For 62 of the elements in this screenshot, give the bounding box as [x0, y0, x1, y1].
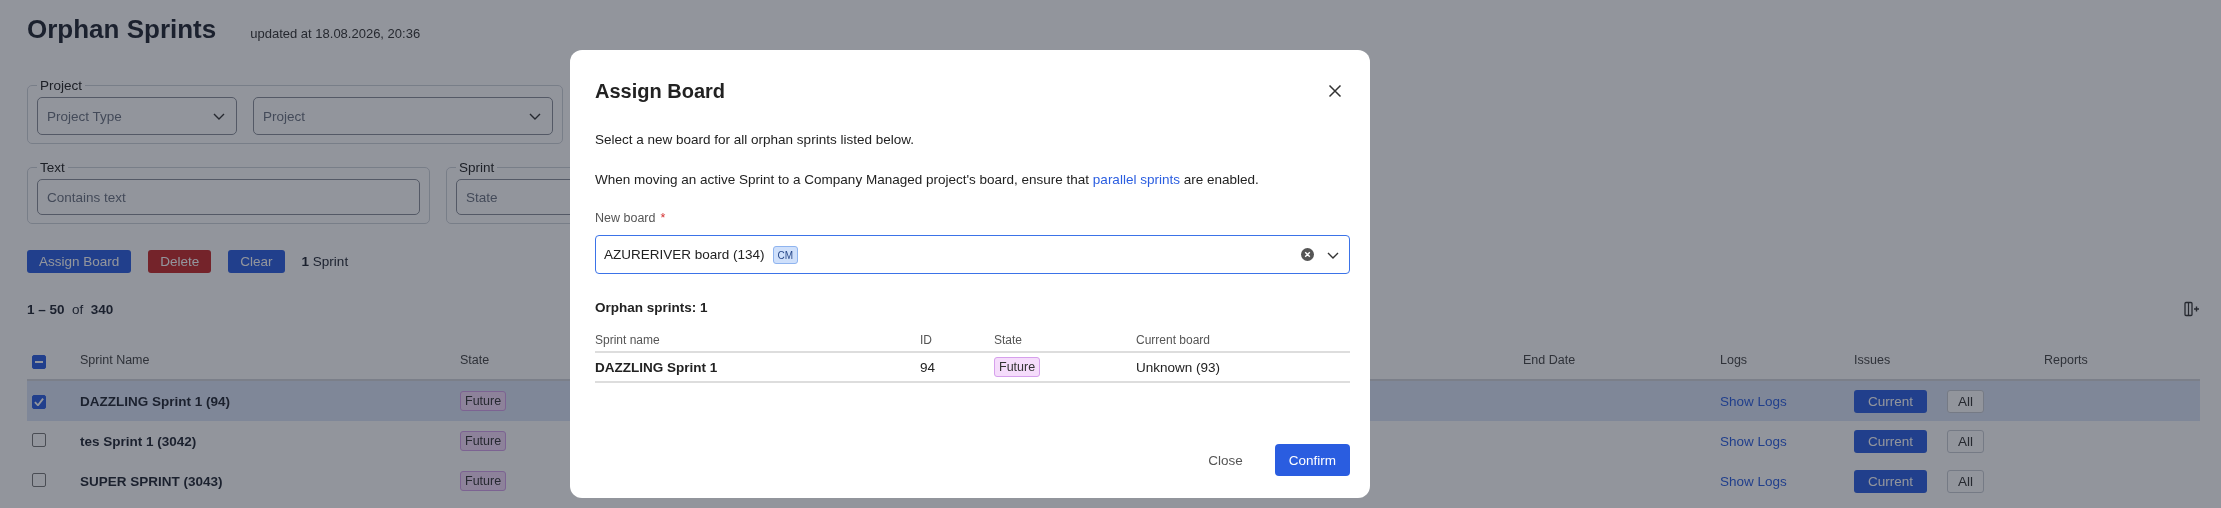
sprint-name: DAZZLING Sprint 1 (94) — [80, 393, 230, 409]
sprint-id: 94 — [920, 359, 936, 375]
close-icon[interactable] — [1328, 84, 1342, 98]
filter-legend: Sprint — [456, 160, 498, 175]
clear-icon[interactable] — [1301, 248, 1314, 261]
column-header: Issues — [1854, 353, 1891, 367]
filter-legend: Project — [37, 78, 86, 93]
dialog-button[interactable]: Confirm — [1274, 444, 1350, 476]
checkbox[interactable] — [32, 394, 46, 409]
action-button[interactable]: Assign Board — [27, 250, 132, 273]
column-header: ID — [920, 333, 932, 347]
sprint-name: SUPER SPRINT (3043) — [80, 473, 223, 489]
checkmark-icon — [34, 397, 44, 406]
parallel-sprints-link[interactable]: parallel sprints — [1092, 172, 1180, 187]
sprint-name: DAZZLING Sprint 1 — [595, 359, 718, 375]
column-header: State — [460, 353, 490, 367]
state-badge: Future — [460, 431, 507, 451]
sprint-name: tes Sprint 1 (3042) — [80, 433, 197, 449]
issues-button[interactable]: All — [1947, 469, 1985, 493]
state-badge: Future — [994, 357, 1041, 377]
state-badge: Future — [460, 471, 507, 491]
column-header: State — [994, 333, 1023, 347]
dash-icon — [35, 360, 43, 363]
dialog-button[interactable]: Close — [1194, 444, 1257, 476]
select-field[interactable]: Project — [253, 97, 553, 135]
required-asterisk: * — [660, 211, 666, 225]
input-field[interactable]: Contains text — [37, 179, 420, 215]
action-button[interactable]: Clear — [228, 250, 285, 273]
filter-legend: Text — [37, 160, 68, 175]
board-select[interactable]: AZURERIVER board (134) CM — [595, 235, 1350, 274]
column-header: Reports — [2044, 353, 2088, 367]
checkbox[interactable] — [32, 354, 46, 369]
column-header: Logs — [1720, 353, 1748, 367]
current-board: Unknown (93) — [1136, 359, 1221, 375]
board-type-tag: CM — [772, 245, 799, 264]
section-title: Orphan sprints: 1 — [595, 300, 709, 315]
page-title: Orphan Sprints — [27, 14, 217, 45]
issues-button[interactable]: Current — [1854, 429, 1927, 453]
updated-timestamp: updated at 18.08.2026, 20:36 — [250, 26, 421, 41]
issues-button[interactable]: Current — [1854, 469, 1927, 493]
field-label: New board — [595, 211, 656, 225]
column-header: Current board — [1136, 333, 1211, 347]
column-header: Sprint Name — [80, 353, 150, 367]
intro-text: Select a new board for all orphan sprints listed below. — [595, 132, 915, 147]
checkbox[interactable] — [32, 432, 46, 447]
add-column-icon[interactable] — [2184, 301, 2200, 317]
issues-button[interactable]: Current — [1854, 389, 1927, 413]
column-header: End Date — [1523, 353, 1576, 367]
select-field[interactable]: Project Type — [37, 97, 237, 135]
selection-count: 1 Sprint — [301, 254, 349, 269]
issues-button[interactable]: All — [1947, 429, 1985, 453]
note-text: When moving an active Sprint to a Company Managed project's board, ensure that parallel sprints are enabled. — [595, 172, 1260, 187]
column-header: Sprint name — [595, 333, 660, 347]
checkbox[interactable] — [32, 472, 46, 487]
issues-button[interactable]: All — [1947, 389, 1985, 413]
action-button[interactable]: Delete — [148, 250, 212, 273]
dialog-title: Assign Board — [595, 79, 726, 103]
pagination-range: 1 – 50 of 340 — [27, 301, 114, 317]
state-badge: Future — [460, 391, 507, 411]
show-logs-link[interactable]: Show Logs — [1720, 393, 1787, 409]
show-logs-link[interactable]: Show Logs — [1720, 473, 1787, 489]
show-logs-link[interactable]: Show Logs — [1720, 433, 1787, 449]
